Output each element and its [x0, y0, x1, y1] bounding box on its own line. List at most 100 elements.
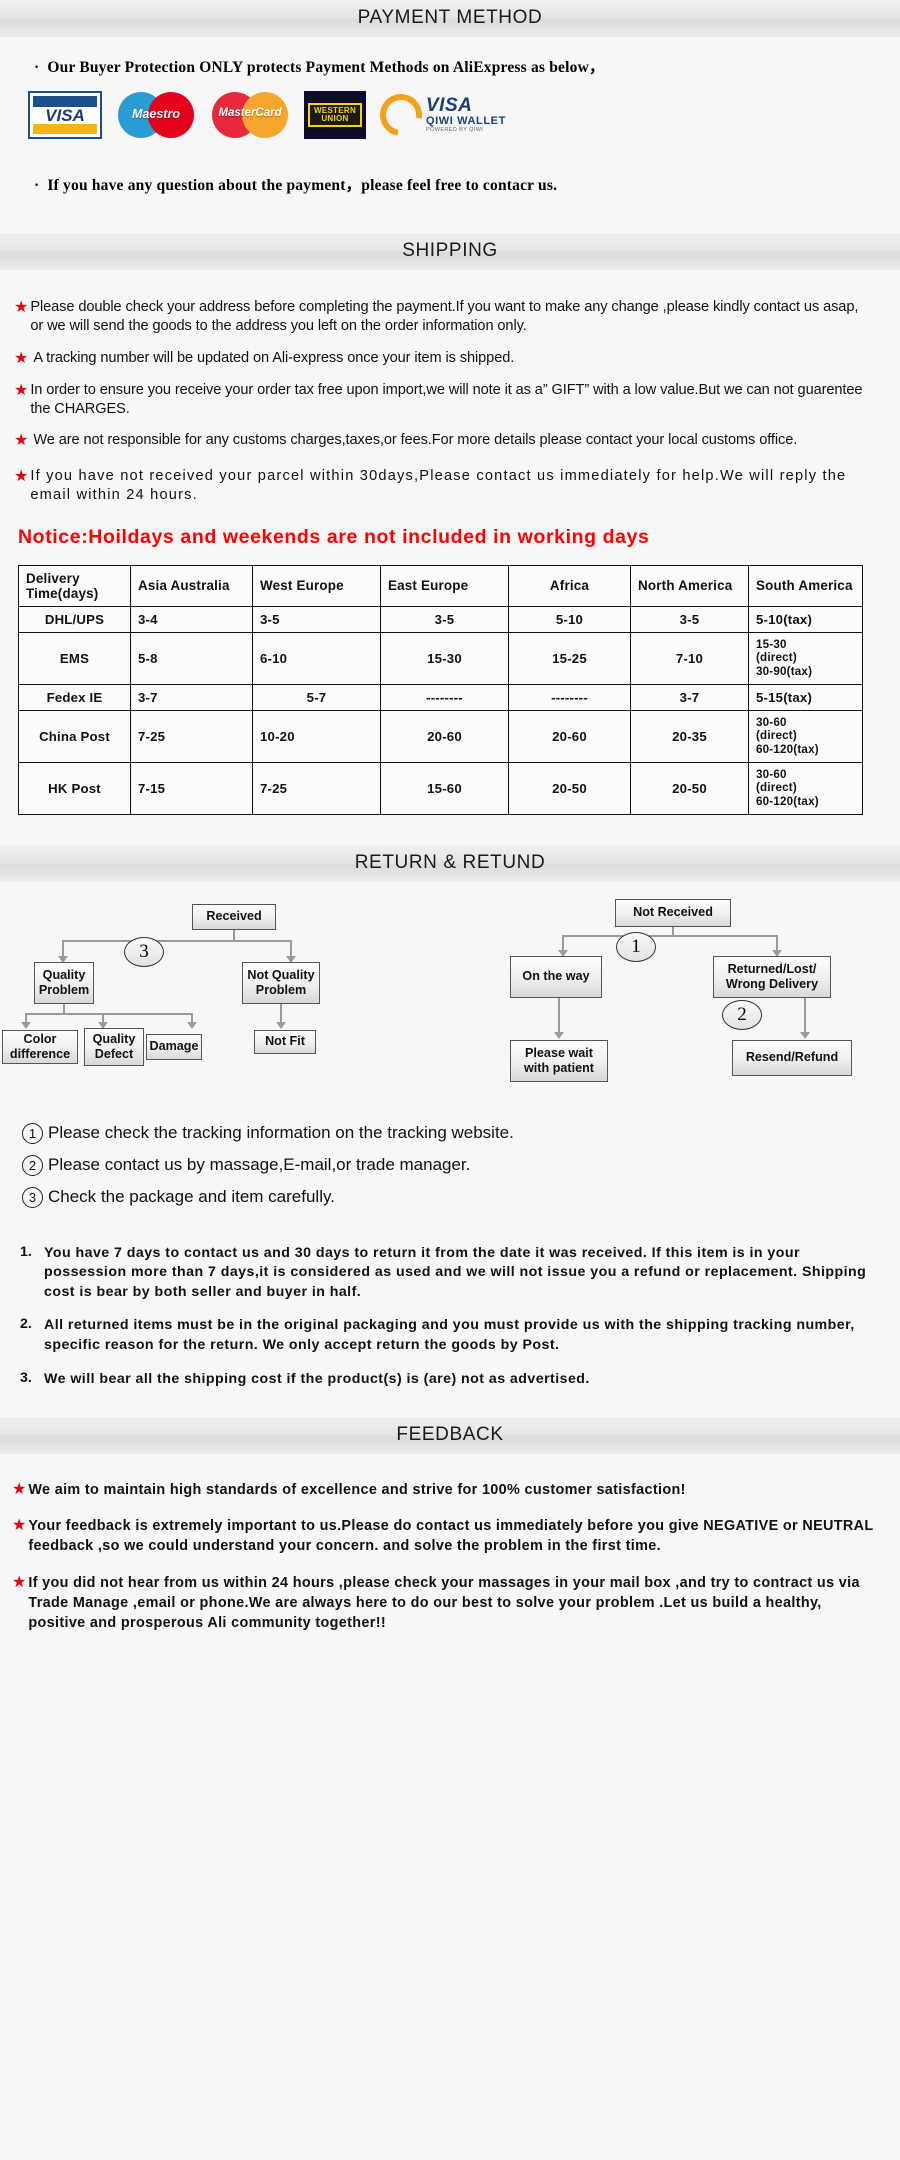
- node-received: Received: [192, 903, 276, 930]
- flow-line: [25, 1012, 193, 1015]
- circled-number-2: 2: [22, 1154, 43, 1176]
- header-north-america: North America: [630, 564, 749, 607]
- visa-logo-label: VISA: [45, 105, 85, 125]
- visa-logo: VISA: [28, 91, 102, 139]
- cell-asia-australia: 3-4: [130, 605, 253, 633]
- arrow-icon: [554, 1031, 564, 1039]
- payment-bullet-1-text: Our Buyer Protection ONLY protects Payme…: [47, 59, 605, 76]
- cell-africa: 15-25: [508, 631, 631, 685]
- star-icon: ★: [14, 432, 29, 449]
- cell-east-europe: --------: [380, 683, 509, 711]
- header-delivery-time: Delivery Time(days): [18, 564, 131, 607]
- cell-west-europe: 7-25: [252, 761, 381, 815]
- cell-north-america: 20-35: [630, 709, 749, 763]
- table-row: EMS 5-8 6-10 15-30 15-25 7-10 15-30 (dir…: [18, 631, 863, 685]
- node-not-received: Not Received: [615, 898, 731, 927]
- qiwi-ring-icon: [371, 85, 431, 145]
- cell-west-europe: 10-20: [252, 709, 381, 763]
- feedback-bullet-text: Your feedback is extremely important to …: [28, 1518, 874, 1555]
- flow-line: [280, 1003, 282, 1024]
- cell-west-europe: 5-7: [252, 683, 381, 711]
- cell-south-america: 5-10(tax): [748, 605, 863, 633]
- visa-bottom-bar: [33, 123, 97, 134]
- header-south-america: South America: [748, 564, 863, 607]
- star-icon: ★: [14, 468, 29, 485]
- return-refund-header: RETURN & RETUND: [0, 844, 900, 882]
- visa-top-bar: [33, 96, 97, 107]
- table-row: DHL/UPS 3-4 3-5 3-5 5-10 3-5 5-10(tax): [18, 605, 863, 633]
- shipping-bullet-text: Please double check your address before …: [30, 299, 859, 335]
- return-flowcharts: Received 3 Quality Problem Not Quality P…: [0, 882, 900, 1112]
- marker-3: 3: [124, 936, 164, 967]
- cell-asia-australia: 7-15: [130, 761, 253, 815]
- qiwi-wallet-logo: VISA QIWI WALLET POWERED BY QIWI: [371, 85, 506, 145]
- policy-number: 1.: [20, 1243, 32, 1260]
- circled-list-item: 2 Please contact us by massage,E-mail,or…: [0, 1154, 900, 1176]
- star-icon: ★: [12, 1481, 27, 1499]
- row-method: China Post: [18, 709, 131, 763]
- shipping-header: SHIPPING: [0, 233, 900, 270]
- arrow-icon: [21, 1021, 31, 1029]
- qiwi-text-block: VISA QIWI WALLET POWERED BY QIWI: [426, 96, 506, 133]
- shipping-bullet-text: A tracking number will be updated on Ali…: [33, 349, 515, 366]
- western-union-plate: WESTERN UNION: [307, 102, 363, 128]
- policy-item: 1. You have 7 days to contact us and 30 …: [0, 1244, 900, 1303]
- holiday-notice: Notice:Hoildays and weekends are not inc…: [18, 525, 650, 548]
- cell-africa: 20-50: [508, 761, 631, 815]
- cell-east-europe: 3-5: [380, 605, 509, 633]
- cell-africa: 20-60: [508, 709, 631, 763]
- node-not-fit: Not Fit: [254, 1029, 316, 1054]
- marker-1: 1: [616, 931, 656, 962]
- qiwi-powered-label: POWERED BY QIWI: [426, 126, 484, 133]
- node-quality-problem: Quality Problem: [34, 961, 94, 1004]
- mastercard-logo: MasterCard: [210, 91, 290, 139]
- star-icon: ★: [14, 349, 29, 367]
- cell-west-europe: 3-5: [252, 605, 381, 633]
- maestro-logo: Maestro: [116, 91, 196, 139]
- table-header-row: Delivery Time(days) Asia Australia West …: [18, 564, 863, 607]
- policy-text: We will bear all the shipping cost if th…: [44, 1370, 590, 1387]
- feedback-bullet: ★ We aim to maintain high standards of e…: [0, 1480, 900, 1500]
- qiwi-visa-label: VISA: [426, 95, 473, 117]
- row-method: HK Post: [18, 761, 131, 815]
- maestro-logo-label: Maestro: [132, 107, 180, 121]
- payment-bullet-2: · If you have any question about the paym…: [0, 139, 900, 195]
- policy-number: 2.: [20, 1316, 32, 1333]
- cell-south-america: 5-15(tax): [748, 683, 863, 711]
- payment-logos-row: VISA Maestro MasterCard WESTERN UNION VI…: [0, 77, 900, 145]
- star-icon: ★: [14, 299, 29, 316]
- header-africa: Africa: [508, 564, 631, 607]
- western-union-logo: WESTERN UNION: [304, 91, 366, 139]
- node-quality-defect: Quality Defect: [84, 1027, 144, 1066]
- shipping-bullet: ★ In order to ensure you receive your or…: [0, 381, 900, 420]
- cell-north-america: 3-5: [630, 605, 749, 633]
- header-west-europe: West Europe: [252, 564, 381, 607]
- table-row: Fedex IE 3-7 5-7 -------- -------- 3-7 5…: [18, 683, 863, 711]
- row-method: DHL/UPS: [18, 605, 131, 633]
- cell-east-europe: 15-30: [380, 631, 509, 685]
- cell-south-america: 30-60 (direct) 60-120(tax): [748, 709, 863, 763]
- shipping-bullet: ★ We are not responsible for any customs…: [0, 431, 900, 451]
- circled-number-1: 1: [22, 1122, 43, 1144]
- feedback-bullet: ★ Your feedback is extremely important t…: [0, 1516, 900, 1556]
- feedback-bullet-text: If you did not hear from us within 24 ho…: [28, 1574, 860, 1631]
- cell-south-america: 15-30 (direct) 30-90(tax): [748, 631, 863, 685]
- circled-list-text: Please check the tracking information on…: [48, 1122, 514, 1142]
- star-icon: ★: [12, 1517, 27, 1535]
- bullet-dot-icon: ·: [34, 177, 40, 194]
- shipping-bullet: ★ If you have not received your parcel w…: [0, 467, 900, 506]
- cell-west-europe: 6-10: [252, 631, 381, 685]
- header-asia-australia: Asia Australia: [130, 564, 253, 607]
- arrow-icon: [187, 1021, 197, 1029]
- flow-line: [62, 939, 292, 942]
- arrow-icon: [800, 1031, 810, 1039]
- marker-2: 2: [722, 999, 762, 1030]
- node-color-difference: Color difference: [2, 1029, 78, 1064]
- star-icon: ★: [12, 1573, 27, 1591]
- star-icon: ★: [14, 381, 29, 399]
- policy-text: All returned items must be in the origin…: [44, 1317, 855, 1353]
- feedback-bullet-text: We aim to maintain high standards of exc…: [28, 1482, 686, 1499]
- cell-africa: --------: [508, 683, 631, 711]
- circled-list-item: 1 Please check the tracking information …: [0, 1122, 900, 1144]
- circled-list-text: Please contact us by massage,E-mail,or t…: [48, 1154, 471, 1174]
